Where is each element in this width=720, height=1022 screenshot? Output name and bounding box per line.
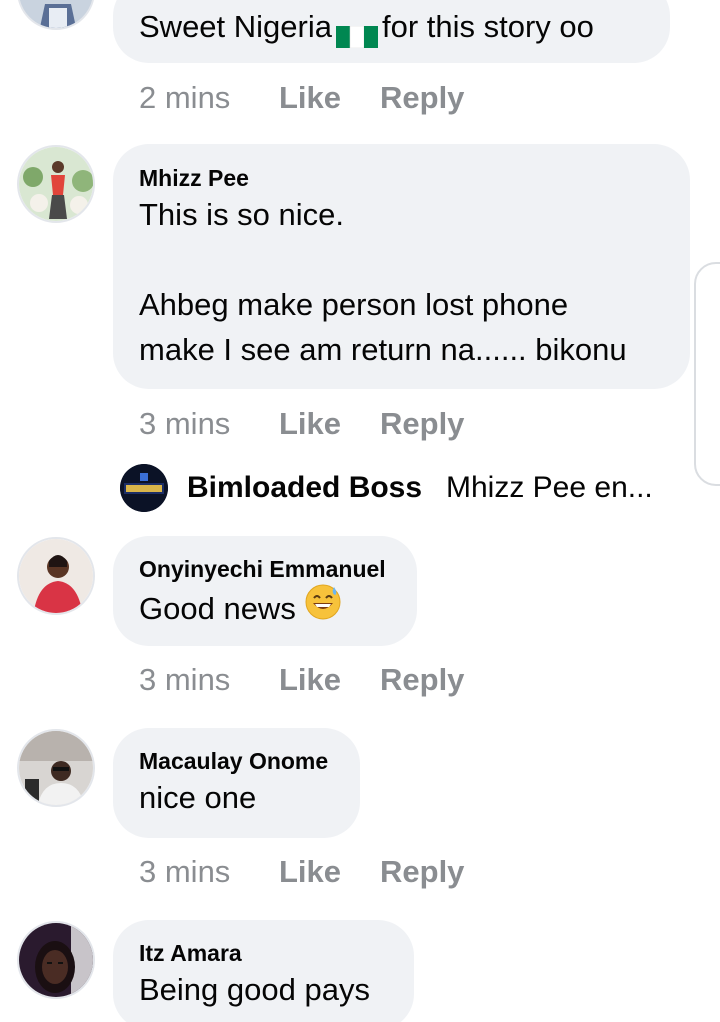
comment-text-line: Being good pays <box>139 972 370 1007</box>
reply-button[interactable]: Reply <box>380 404 464 444</box>
comment-text-line: Good news <box>139 591 296 627</box>
like-button[interactable]: Like <box>279 78 380 118</box>
comment-author[interactable]: Macaulay Onome <box>139 747 334 775</box>
comment-bubble[interactable]: Macaulay Onome nice one <box>113 728 360 838</box>
reply-button[interactable]: Reply <box>380 660 464 700</box>
comment-text: Good news <box>139 583 391 639</box>
comment-author[interactable]: Itz Amara <box>139 939 388 967</box>
nigeria-flag-icon <box>335 15 378 49</box>
comment-bubble[interactable]: Itz Amara Being good pays <box>113 920 414 1022</box>
reply-author[interactable]: Bimloaded Boss <box>187 468 422 508</box>
avatar[interactable] <box>17 921 95 999</box>
avatar[interactable] <box>17 145 95 223</box>
side-panel[interactable] <box>694 262 720 486</box>
reply-button[interactable]: Reply <box>380 78 464 118</box>
comment-text-line: nice one <box>139 780 257 815</box>
comment-time: 3 mins <box>139 406 231 441</box>
comment-time: 3 mins <box>139 662 231 697</box>
avatar[interactable] <box>17 729 95 807</box>
comment-text-line: for this story oo <box>381 9 594 44</box>
reply-snippet: Mhizz Pee en... <box>446 471 653 504</box>
grinning-sweat-emoji-icon <box>304 583 342 633</box>
comment-text: Sweet Nigeria for this story oo <box>139 4 644 49</box>
avatar[interactable] <box>17 537 95 615</box>
comment-actions: 3 mins Like Reply <box>139 852 464 892</box>
comment-bubble[interactable]: Sweet Nigeria for this story oo <box>113 0 670 63</box>
like-button[interactable]: Like <box>279 852 380 892</box>
like-button[interactable]: Like <box>279 660 380 700</box>
avatar[interactable] <box>17 0 95 30</box>
comment-time: 3 mins <box>139 854 231 889</box>
comment-actions: 3 mins Like Reply <box>139 404 464 444</box>
comment-bubble[interactable]: Mhizz Pee This is so nice. Ahbeg make pe… <box>113 144 690 389</box>
comment-author[interactable]: Onyinyechi Emmanuel <box>139 555 391 583</box>
comments-page: Sweet Nigeria for this story oo 2 mins Lik… <box>0 0 720 1022</box>
comment-bubble[interactable]: Onyinyechi Emmanuel Good news <box>113 536 417 646</box>
comment-text-line: This is so nice. <box>139 197 345 232</box>
reply-button[interactable]: Reply <box>380 852 464 892</box>
comment-text-line: make I see am return na...... bikonu <box>139 332 627 367</box>
comment-text-line: Ahbeg make person lost phone <box>139 287 569 322</box>
comment-actions: 3 mins Like Reply <box>139 660 464 700</box>
comment-actions: 2 mins Like Reply <box>139 78 464 118</box>
comment-text-line: Sweet Nigeria <box>139 9 332 44</box>
like-button[interactable]: Like <box>279 404 380 444</box>
comment-author[interactable]: Mhizz Pee <box>139 164 664 192</box>
comment-text-line <box>139 237 664 282</box>
comment-time: 2 mins <box>139 80 231 115</box>
bimloaded-logo-icon[interactable] <box>120 464 168 512</box>
